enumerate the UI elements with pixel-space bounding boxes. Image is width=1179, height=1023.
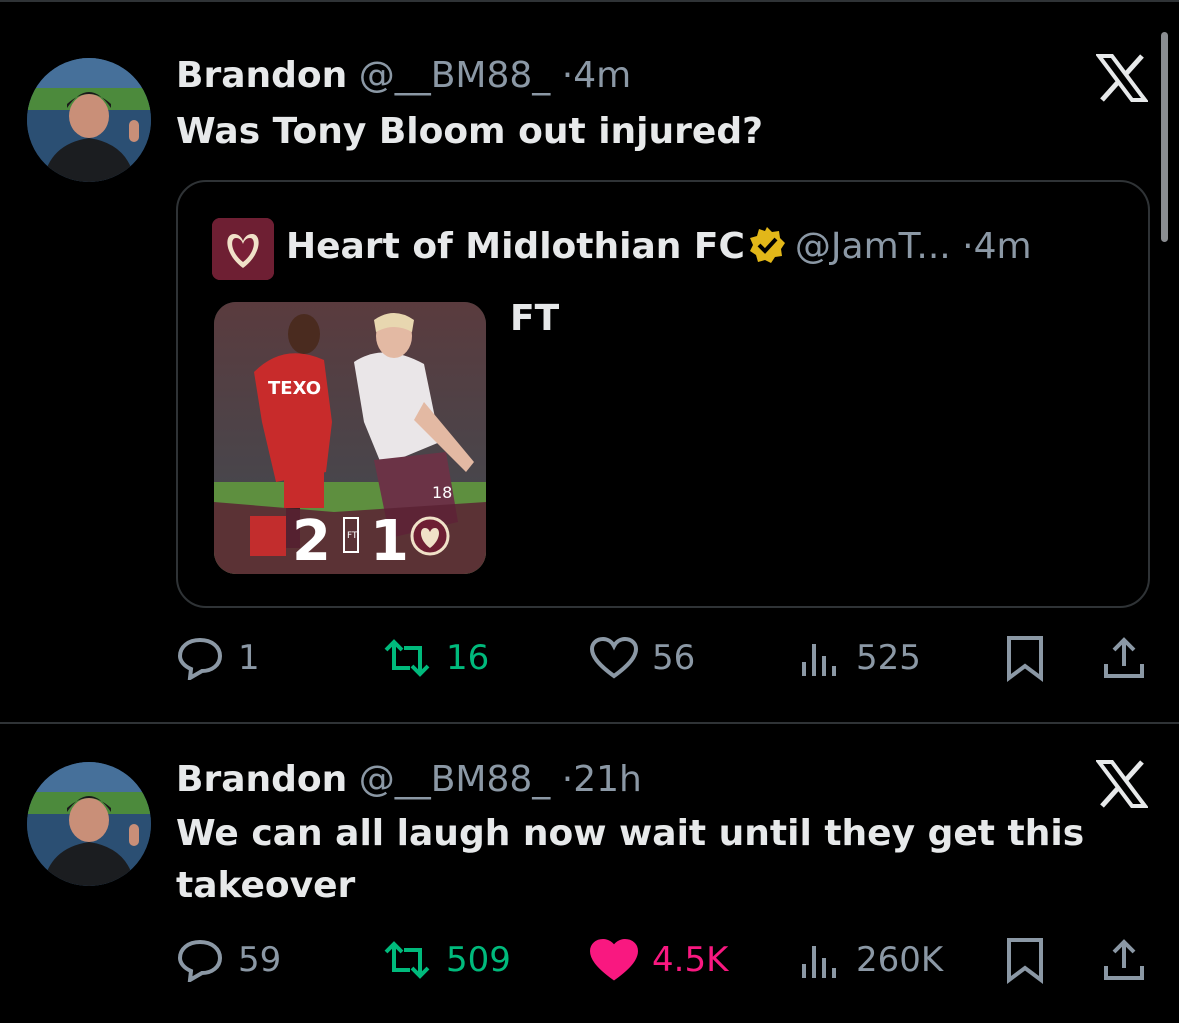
view-count: 525 (856, 638, 921, 678)
like-button[interactable]: 4.5K (590, 930, 728, 990)
match-result-image[interactable]: TEXO 18 2 FT 1 (214, 302, 486, 574)
share-button[interactable] (1100, 634, 1148, 686)
tweet-text: Was Tony Bloom out injured? (176, 111, 763, 152)
reply-count: 59 (238, 940, 282, 980)
x-logo-icon (1095, 54, 1149, 102)
retweet-count: 16 (446, 638, 490, 678)
action-bar: 59 509 4.5K 260K (0, 930, 1179, 990)
timestamp[interactable]: 21h (573, 759, 642, 800)
reply-icon (177, 939, 223, 982)
x-logo-icon (1095, 760, 1149, 808)
bookmark-button[interactable] (1003, 936, 1047, 988)
bookmark-icon (1007, 938, 1043, 984)
quote-author-name[interactable]: Heart of Midlothian FC (286, 226, 745, 267)
verified-badge-icon (747, 225, 787, 265)
retweet-icon (384, 639, 430, 677)
shirt-number-text: 18 (432, 483, 452, 502)
quote-timestamp[interactable]: 4m (974, 226, 1032, 267)
reply-button[interactable]: 59 (176, 930, 281, 990)
retweet-count: 509 (446, 940, 511, 980)
view-count: 260K (856, 940, 944, 980)
views-button[interactable]: 260K (798, 930, 943, 990)
quote-header: Heart of Midlothian FC @JamT... ·4m (286, 224, 1032, 270)
like-button[interactable]: 56 (590, 628, 695, 688)
home-score: 2 (292, 509, 331, 574)
views-icon (802, 946, 836, 978)
share-icon (1104, 939, 1144, 980)
share-icon (1104, 637, 1144, 678)
quote-author-handle[interactable]: @JamT... (795, 226, 951, 267)
tweet-header: Brandon @__BM88_ ·4m (176, 54, 631, 98)
tweet-header: Brandon @__BM88_ ·21h (176, 758, 642, 802)
views-button[interactable]: 525 (798, 628, 921, 688)
author-name[interactable]: Brandon (176, 55, 347, 96)
separator-dot: · (561, 55, 574, 96)
heart-icon (590, 637, 638, 679)
separator-dot: · (561, 759, 574, 800)
reply-count: 1 (238, 638, 260, 678)
action-bar: 1 16 56 525 (0, 628, 1179, 688)
retweet-icon (384, 941, 430, 979)
retweet-button[interactable]: 16 (382, 628, 489, 688)
timestamp[interactable]: 4m (573, 55, 631, 96)
quoted-tweet[interactable]: Heart of Midlothian FC @JamT... ·4m TEXO (176, 180, 1150, 608)
top-divider (0, 0, 1179, 2)
like-count: 56 (652, 638, 696, 678)
tweet-text: We can all laugh now wait until they get… (176, 813, 1085, 906)
avatar[interactable] (27, 762, 151, 886)
author-handle[interactable]: @__BM88_ (359, 759, 551, 800)
tweet-divider (0, 722, 1179, 724)
reply-button[interactable]: 1 (176, 628, 260, 688)
avatar[interactable] (27, 58, 151, 182)
bookmark-button[interactable] (1003, 634, 1047, 686)
bookmark-icon (1007, 636, 1043, 682)
shirt-sponsor-text: TEXO (268, 378, 321, 399)
heart-icon (590, 939, 638, 981)
hearts-crest-avatar[interactable] (212, 218, 274, 280)
author-name[interactable]: Brandon (176, 759, 347, 800)
away-score: 1 (370, 509, 409, 574)
retweet-button[interactable]: 509 (382, 930, 511, 990)
quote-text: FT (510, 298, 560, 339)
full-time-label: FT (347, 531, 358, 541)
separator-dot: · (962, 226, 974, 267)
share-button[interactable] (1100, 936, 1148, 988)
reply-icon (177, 637, 223, 680)
like-count: 4.5K (652, 940, 729, 980)
author-handle[interactable]: @__BM88_ (359, 55, 551, 96)
views-icon (802, 644, 836, 676)
scrollbar[interactable] (1161, 32, 1168, 242)
